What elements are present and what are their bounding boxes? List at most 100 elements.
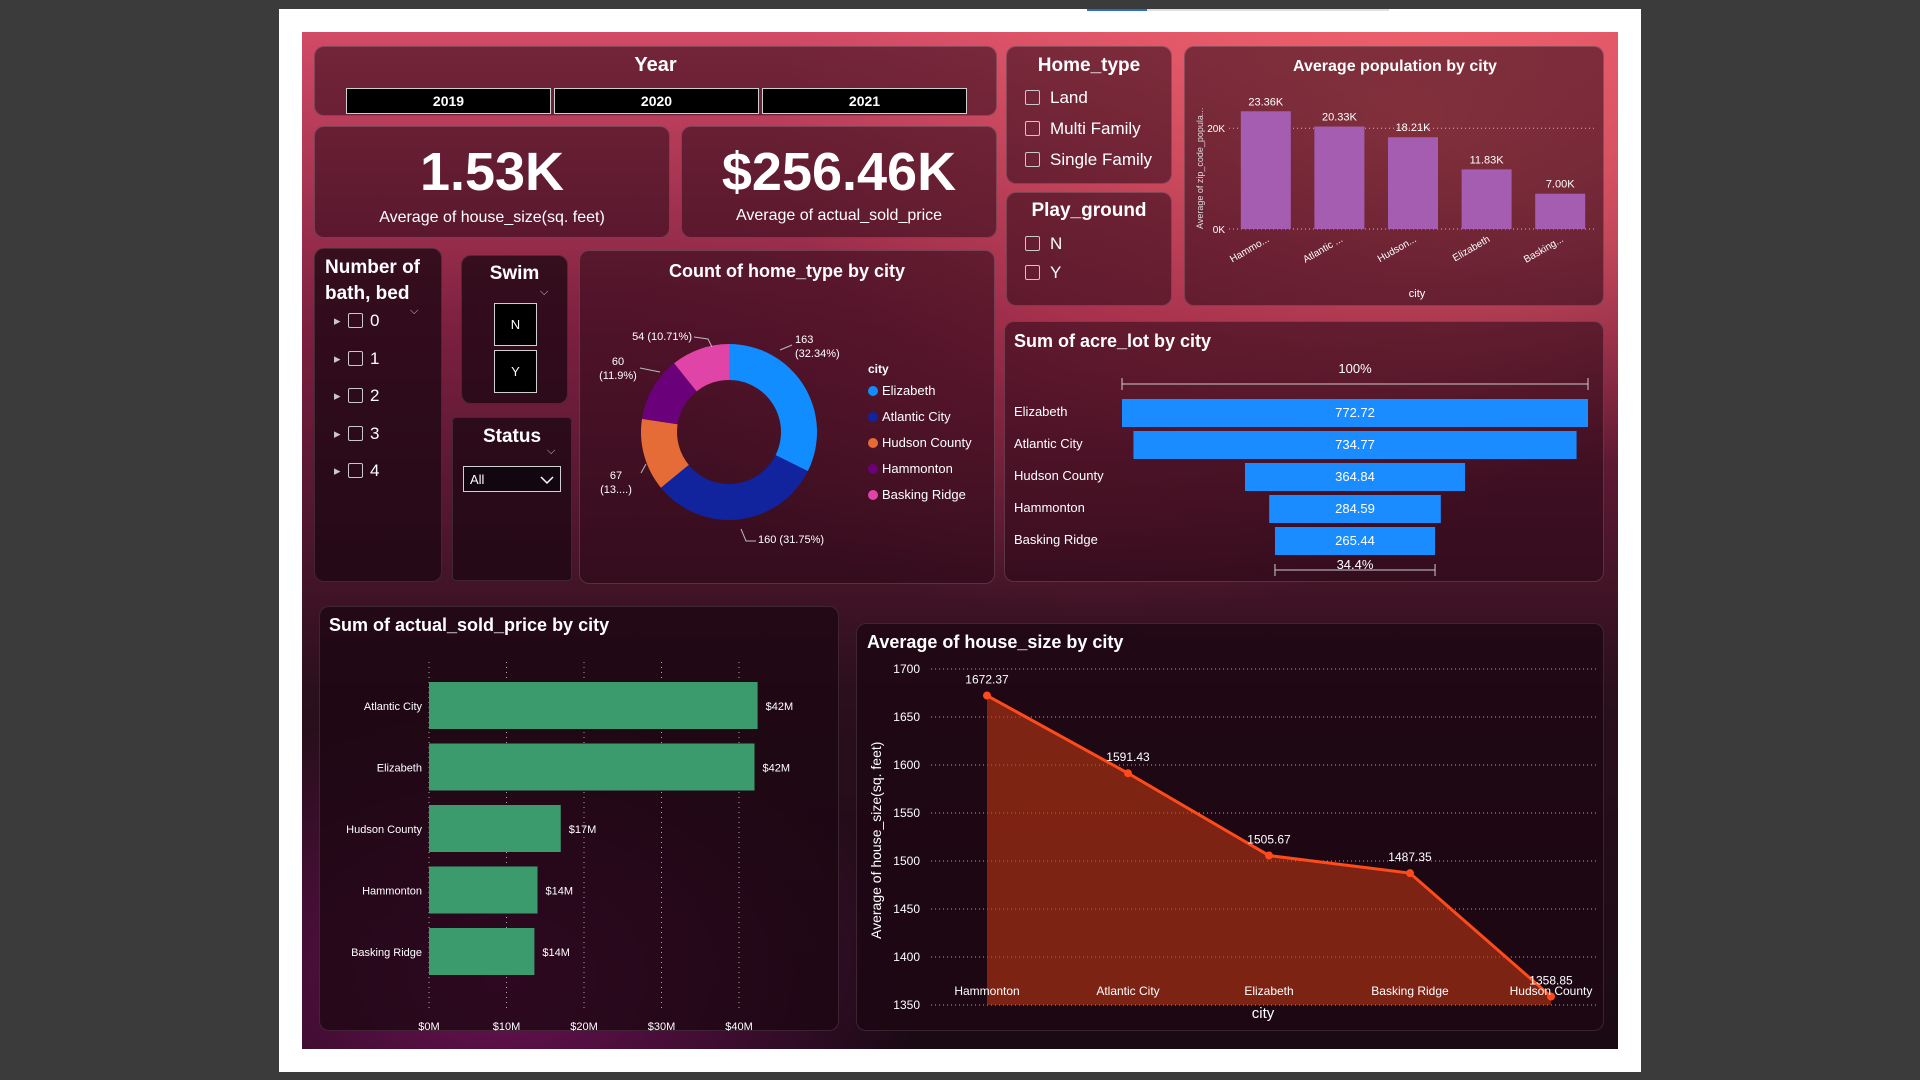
bath-bed-option-label[interactable]: 1 (370, 349, 379, 369)
legend-label: Elizabeth (882, 383, 935, 398)
home-type-checkbox-multi-family[interactable] (1025, 121, 1040, 136)
status-dropdown[interactable]: All (463, 466, 561, 492)
bar (429, 743, 755, 791)
leader-line (640, 463, 647, 474)
bath-bed-checkbox[interactable] (348, 425, 363, 441)
chart-title: Average population by city (1293, 58, 1497, 75)
bath-bed-slicer: Number of bath, bed ⌵ ▸ 0 ▸ 1 ▸ 2 ▸ 3 ▸ 4 (314, 248, 442, 582)
donut-data-label: (11.9%) (599, 370, 637, 382)
data-label: 1505.67 (1247, 833, 1291, 847)
data-label: 1591.43 (1106, 750, 1150, 764)
chart-title: Sum of actual_sold_price by city (329, 615, 609, 635)
chart-title: Average of house_size by city (867, 632, 1123, 652)
bath-bed-option-label[interactable]: 3 (370, 424, 379, 444)
bar (1461, 169, 1512, 229)
home-type-donut-card: Count of home_type by city city 163 (32.3… (579, 250, 995, 584)
status-selected-value: All (470, 472, 485, 487)
donut-data-label: 54 (10.71%) (632, 331, 692, 343)
expand-caret-icon[interactable]: ▸ (334, 426, 341, 442)
bath-bed-option-label[interactable]: 2 (370, 386, 379, 406)
house-size-area-chart: Average of house_size by city Average of… (867, 632, 1597, 1022)
year-button-2021[interactable]: 2021 (762, 88, 967, 114)
data-label: 7.00K (1546, 179, 1575, 191)
data-label: 23.36K (1248, 96, 1284, 108)
bar (429, 805, 561, 852)
home-type-label[interactable]: Single Family (1050, 150, 1152, 170)
legend-label: Hudson County (882, 435, 972, 450)
playground-label[interactable]: N (1050, 234, 1062, 254)
legend-label: Atlantic City (882, 409, 951, 424)
bath-bed-title: Number of bath, bed (325, 257, 420, 304)
bath-bed-checkbox[interactable] (348, 313, 363, 328)
y-tick-label: 1450 (893, 902, 920, 916)
chart-title: Sum of acre_lot by city (1014, 331, 1211, 351)
donut-data-label: 160 (31.75%) (758, 534, 824, 546)
donut-data-label: 67 (610, 470, 622, 482)
x-tick-label: $30M (648, 1021, 676, 1032)
bar (1314, 126, 1365, 229)
chevron-down-icon[interactable]: ⌵ (410, 305, 418, 318)
swim-button-y[interactable]: Y (494, 350, 537, 393)
swim-button-n[interactable]: N (494, 303, 537, 346)
y-category-label: Hudson County (346, 824, 422, 836)
bath-bed-checkbox[interactable] (348, 388, 363, 403)
expand-caret-icon[interactable]: ▸ (334, 351, 341, 367)
kpi-value: 1.53K (419, 142, 565, 202)
home-type-label[interactable]: Multi Family (1050, 119, 1141, 139)
data-point (983, 691, 991, 700)
legend-label: Hammonton (882, 461, 953, 476)
acre-lot-funnel-chart: Sum of acre_lot by city 100% 34.4% Eliza… (1014, 331, 1589, 576)
chevron-down-icon[interactable]: ⌵ (547, 445, 555, 458)
legend-marker (868, 438, 878, 448)
y-category-label: Elizabeth (377, 763, 422, 775)
playground-label[interactable]: Y (1050, 263, 1061, 283)
legend-title: city (868, 362, 889, 376)
bath-bed-option-label[interactable]: 0 (370, 311, 379, 331)
bath-bed-checkbox[interactable] (348, 463, 363, 478)
home-type-checkbox-land[interactable] (1025, 90, 1040, 105)
x-tick-label: Hudson... (1376, 234, 1419, 265)
y-tick-label: 1550 (893, 806, 920, 820)
avg-population-chart-card: Average population by city Average of zi… (1184, 46, 1604, 306)
y-tick-label: 1650 (893, 710, 920, 724)
year-button-2020[interactable]: 2020 (554, 88, 759, 114)
sold-price-chart-card: Sum of actual_sold_price by city $0M $10M… (319, 606, 839, 1032)
x-tick-label: Hammo... (1228, 234, 1271, 265)
y-tick-label: 20K (1207, 124, 1225, 135)
bath-bed-checkbox[interactable] (348, 350, 363, 366)
y-category-label: Basking Ridge (351, 947, 422, 959)
x-tick-label: Basking... (1522, 234, 1566, 265)
data-label: 11.83K (1470, 154, 1505, 166)
data-label: $17M (569, 824, 597, 836)
home-type-label[interactable]: Land (1050, 88, 1088, 108)
year-slicer: Year 2019 2020 2021 (314, 46, 997, 116)
expand-caret-icon[interactable]: ▸ (334, 388, 341, 404)
y-tick-label: 1600 (893, 758, 920, 772)
home-type-donut-chart: Count of home_type by city city 163 (32.3… (599, 261, 972, 546)
acre-lot-funnel-card: Sum of acre_lot by city 100% 34.4% Eliza… (1004, 321, 1604, 582)
chevron-down-icon[interactable]: ⌵ (540, 286, 548, 299)
playground-checkbox-n[interactable] (1025, 236, 1040, 251)
bar (429, 928, 535, 975)
expand-caret-icon[interactable]: ▸ (334, 463, 341, 479)
kpi-value: $256.46K (721, 142, 957, 202)
top-scrollbar-thumb[interactable] (1087, 9, 1147, 11)
expand-caret-icon[interactable]: ▸ (334, 313, 341, 329)
data-label: $42M (763, 763, 791, 775)
playground-checkbox-y[interactable] (1025, 265, 1040, 280)
sold-price-chart: Sum of actual_sold_price by city $0M $10M… (329, 615, 793, 1032)
y-tick-label: 1400 (893, 950, 920, 964)
x-tick-label: Hammonton (954, 984, 1019, 998)
x-tick-label: Elizabeth (1451, 234, 1492, 264)
funnel-category-label: Hudson County (1014, 468, 1104, 483)
year-button-2019[interactable]: 2019 (346, 88, 551, 114)
leader-line (693, 336, 713, 348)
bar (1535, 193, 1586, 229)
donut-data-label: (13....) (600, 484, 632, 496)
legend-label: Basking Ridge (882, 487, 966, 502)
kpi-label: Average of actual_sold_price (735, 207, 943, 224)
bath-bed-option-label[interactable]: 4 (370, 461, 379, 481)
data-point (1406, 869, 1414, 878)
home-type-checkbox-single-family[interactable] (1025, 152, 1040, 167)
leader-line (740, 528, 756, 542)
